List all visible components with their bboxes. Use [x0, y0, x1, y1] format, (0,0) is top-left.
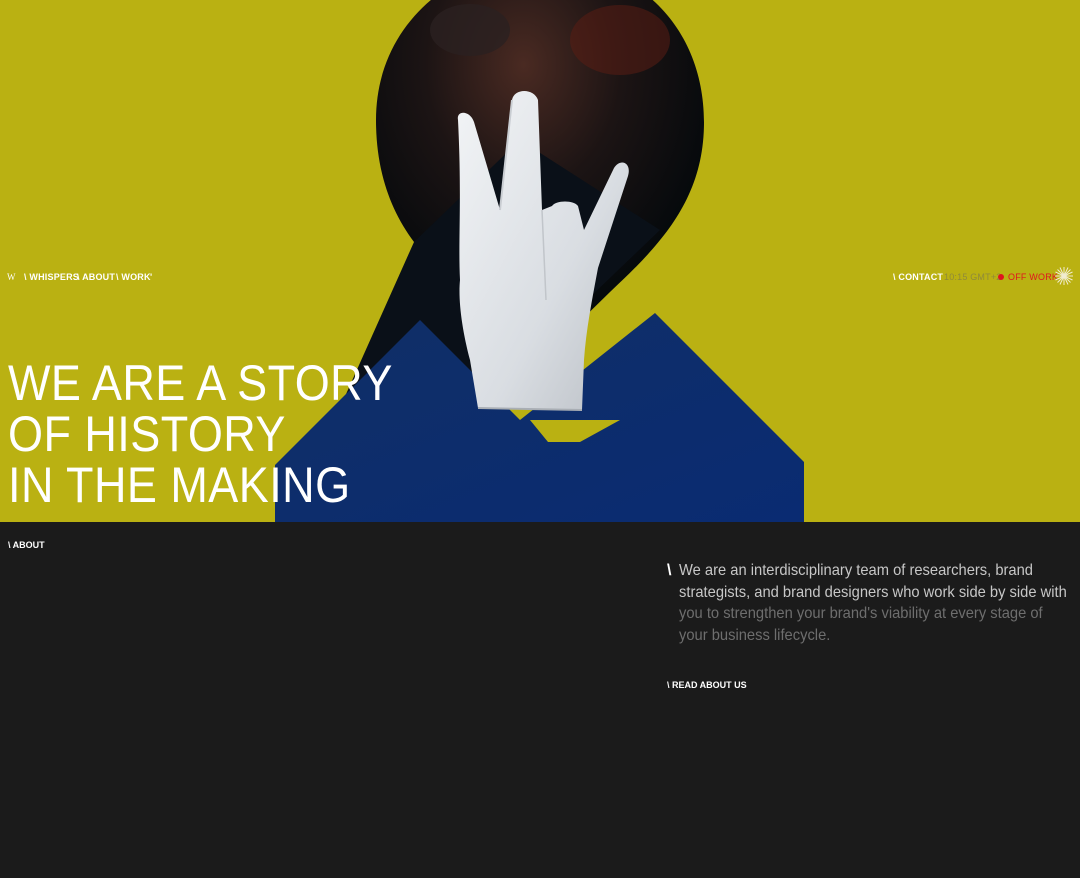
status-label: OFF WORK: [1008, 272, 1059, 282]
about-line-1: We are an interdisciplinary team of rese…: [679, 562, 1033, 579]
hero-headline: WE ARE A STORY OF HISTORY IN THE MAKING: [8, 358, 393, 511]
nav-item-about[interactable]: \ ABOUT: [77, 272, 115, 282]
local-time: 10:15 GMT+2: [944, 272, 1002, 282]
nav-item-whispers[interactable]: \ WHISPERS: [24, 272, 79, 282]
nav-item-contact[interactable]: \ CONTACT: [893, 272, 943, 282]
about-line-2: strategists, and brand designers who wor…: [679, 583, 1067, 601]
status-dot: [998, 274, 1004, 280]
about-line-3: you to strengthen your brand's viability…: [679, 605, 1043, 622]
headline-line-3: IN THE MAKING: [8, 457, 351, 513]
read-about-us-link[interactable]: \ READ ABOUT US: [667, 680, 747, 690]
about-paragraph: We are an interdisciplinary team of rese…: [679, 560, 1067, 646]
top-navigation: W \ WHISPERS \ ABOUT \ WORK ' \ CONTACT …: [0, 267, 1080, 287]
nav-item-work[interactable]: \ WORK: [116, 272, 151, 282]
nav-tick: ': [150, 272, 153, 282]
spark-icon[interactable]: [1055, 267, 1073, 287]
about-line-4: your business lifecycle.: [679, 626, 831, 644]
headline-line-2: OF HISTORY: [8, 406, 286, 462]
about-slash: \: [667, 562, 672, 579]
headline-line-1: WE ARE A STORY: [8, 355, 393, 411]
hero-section: W \ WHISPERS \ ABOUT \ WORK ' \ CONTACT …: [0, 0, 1080, 522]
logo[interactable]: W: [7, 272, 16, 282]
about-section-label: \ ABOUT: [8, 540, 45, 550]
